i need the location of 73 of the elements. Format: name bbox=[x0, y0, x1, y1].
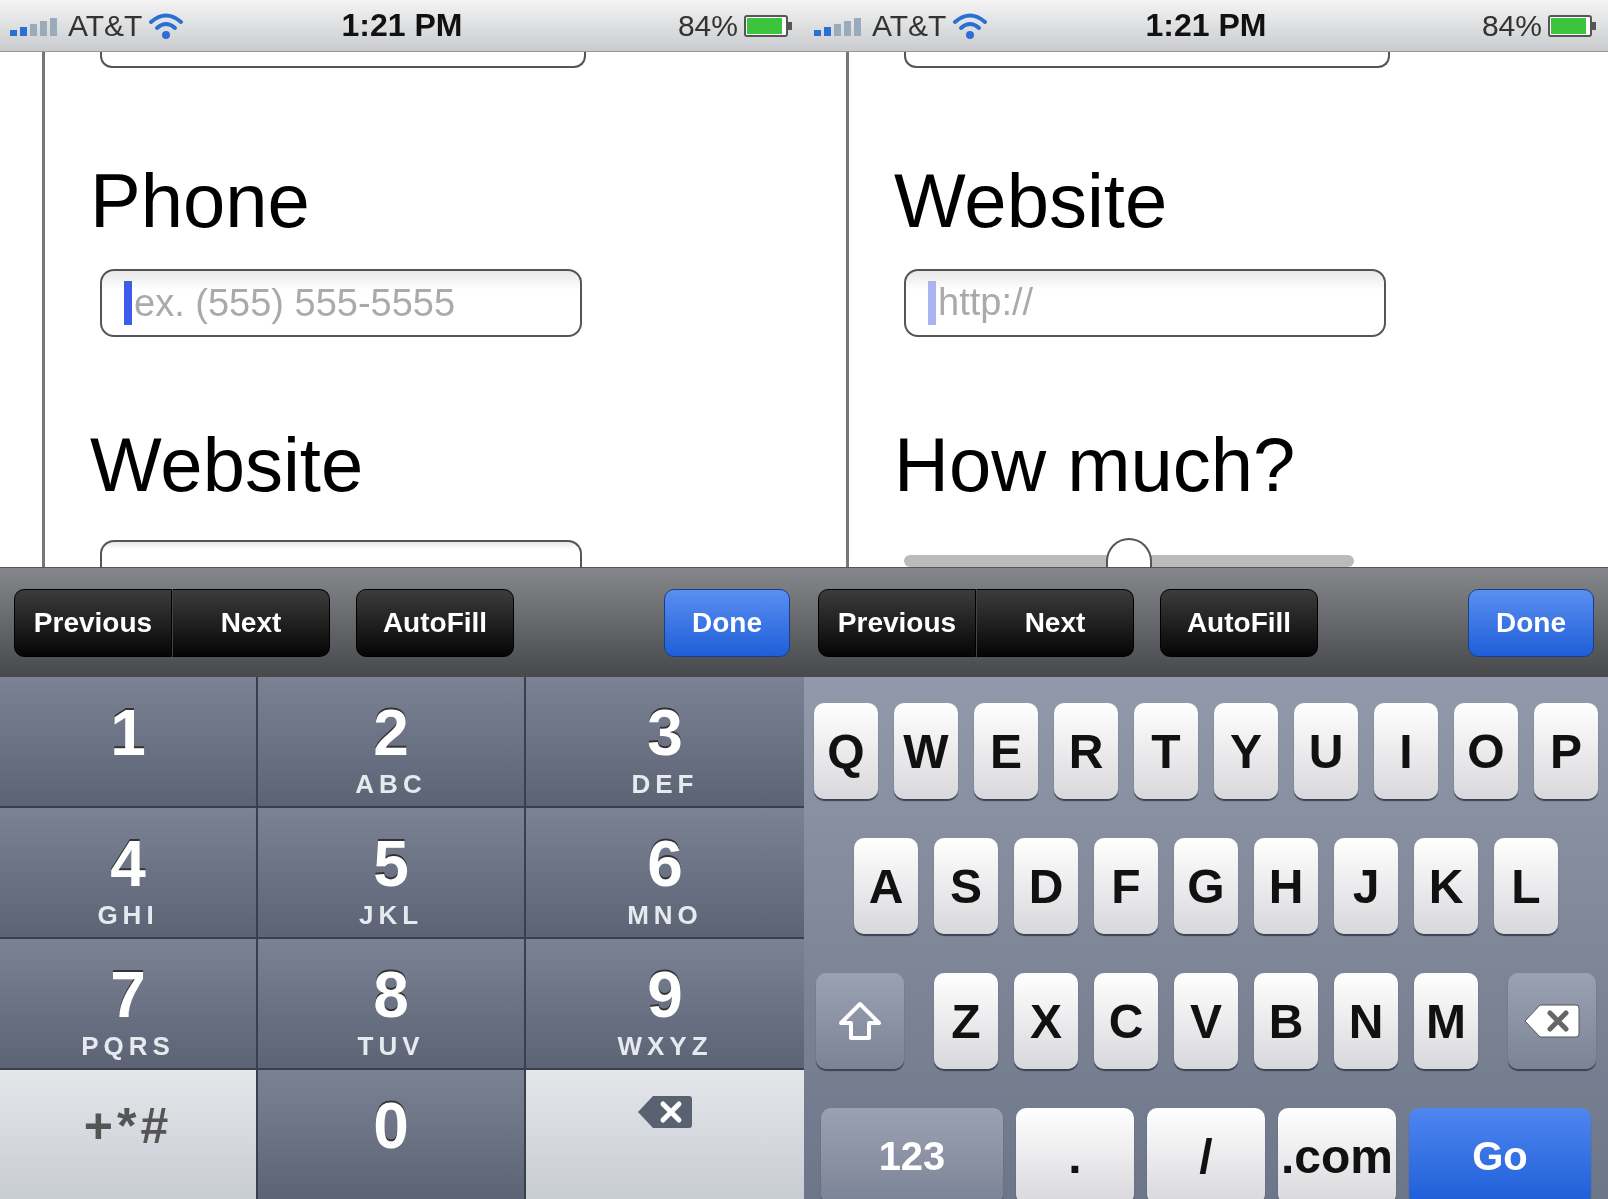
backspace-icon bbox=[1524, 1003, 1580, 1039]
keyboard-key[interactable]: I bbox=[1374, 703, 1438, 799]
keyboard-key[interactable]: P bbox=[1534, 703, 1598, 799]
keypad-key[interactable]: 1 bbox=[0, 677, 256, 806]
keypad-key[interactable]: 2 ABC bbox=[258, 677, 524, 806]
keyboard-key[interactable]: X bbox=[1014, 973, 1078, 1069]
go-key[interactable]: Go bbox=[1409, 1108, 1591, 1199]
keypad-key[interactable]: 7 PQRS bbox=[0, 939, 256, 1068]
field-label: Website bbox=[894, 162, 1169, 239]
carrier-name: AT&T bbox=[68, 8, 143, 43]
keyboard-key[interactable]: . bbox=[1016, 1108, 1134, 1199]
wifi-icon bbox=[148, 11, 185, 40]
keyboard-key[interactable]: M bbox=[1414, 973, 1478, 1069]
keypad-key[interactable]: 9 WXYZ bbox=[526, 939, 804, 1068]
clock-time: 1:21 PM bbox=[340, 7, 464, 44]
shift-icon bbox=[838, 1001, 882, 1041]
keypad-key[interactable]: 6 MNO bbox=[526, 808, 804, 937]
keyboard-key[interactable]: U bbox=[1294, 703, 1358, 799]
keyboard-key[interactable]: O bbox=[1454, 703, 1518, 799]
slider-thumb[interactable] bbox=[1106, 538, 1152, 567]
field-label: How much? bbox=[894, 427, 1297, 504]
keyboard-key[interactable]: Y bbox=[1214, 703, 1278, 799]
keyboard-key[interactable]: V bbox=[1174, 973, 1238, 1069]
done-button[interactable]: Done bbox=[1468, 588, 1594, 657]
battery-percent: 84% bbox=[1481, 8, 1542, 43]
field-label: Website bbox=[90, 427, 365, 504]
keyboard-key[interactable]: L bbox=[1494, 838, 1558, 934]
wifi-icon bbox=[952, 11, 989, 40]
previous-button[interactable]: Previous bbox=[14, 588, 172, 657]
text-field[interactable] bbox=[904, 52, 1390, 68]
keyboard-key[interactable]: R bbox=[1054, 703, 1118, 799]
battery-icon bbox=[1548, 13, 1598, 38]
keyboard-key[interactable]: D bbox=[1014, 838, 1078, 934]
keyboard-key[interactable]: C bbox=[1094, 973, 1158, 1069]
text-field[interactable] bbox=[100, 540, 582, 567]
keyboard-key[interactable]: Q bbox=[814, 703, 878, 799]
backspace-icon bbox=[637, 1094, 693, 1130]
keyboard-key[interactable]: Z bbox=[934, 973, 998, 1069]
field-label: Phone bbox=[90, 162, 311, 239]
keyboard-key[interactable]: B bbox=[1254, 973, 1318, 1069]
next-button[interactable]: Next bbox=[976, 588, 1134, 657]
done-button[interactable]: Done bbox=[664, 588, 790, 657]
keyboard-key[interactable]: N bbox=[1334, 973, 1398, 1069]
keyboard-key[interactable]: K bbox=[1414, 838, 1478, 934]
keyboard-key[interactable]: S bbox=[934, 838, 998, 934]
shift-key[interactable] bbox=[816, 973, 904, 1069]
keyboard-key[interactable]: H bbox=[1254, 838, 1318, 934]
keyboard-key[interactable]: G bbox=[1174, 838, 1238, 934]
autofill-button[interactable]: AutoFill bbox=[1160, 588, 1318, 657]
battery-percent: 84% bbox=[677, 8, 738, 43]
keyboard-key[interactable]: F bbox=[1094, 838, 1158, 934]
keypad-key[interactable]: 0 bbox=[258, 1070, 524, 1199]
keypad-key[interactable]: 5 JKL bbox=[258, 808, 524, 937]
keyboard-key[interactable]: J bbox=[1334, 838, 1398, 934]
clock-time: 1:21 PM bbox=[1144, 7, 1268, 44]
keyboard-key[interactable]: T bbox=[1134, 703, 1198, 799]
keyboard-key[interactable]: A bbox=[854, 838, 918, 934]
previous-button[interactable]: Previous bbox=[818, 588, 976, 657]
next-button[interactable]: Next bbox=[172, 588, 330, 657]
backspace-key[interactable] bbox=[526, 1070, 804, 1199]
symbols-key[interactable]: +*# bbox=[0, 1070, 256, 1199]
keypad-key[interactable]: 8 TUV bbox=[258, 939, 524, 1068]
text-field[interactable] bbox=[100, 52, 586, 68]
backspace-key[interactable] bbox=[1508, 973, 1596, 1069]
carrier-name: AT&T bbox=[872, 8, 947, 43]
keyboard-key[interactable]: / bbox=[1147, 1108, 1265, 1199]
battery-icon bbox=[744, 13, 794, 38]
autofill-button[interactable]: AutoFill bbox=[356, 588, 514, 657]
keypad-key[interactable]: 3 DEF bbox=[526, 677, 804, 806]
keypad-key[interactable]: 4 GHI bbox=[0, 808, 256, 937]
keyboard-key[interactable]: .com bbox=[1278, 1108, 1396, 1199]
keyboard-key[interactable]: E bbox=[974, 703, 1038, 799]
keyboard-key[interactable]: W bbox=[894, 703, 958, 799]
